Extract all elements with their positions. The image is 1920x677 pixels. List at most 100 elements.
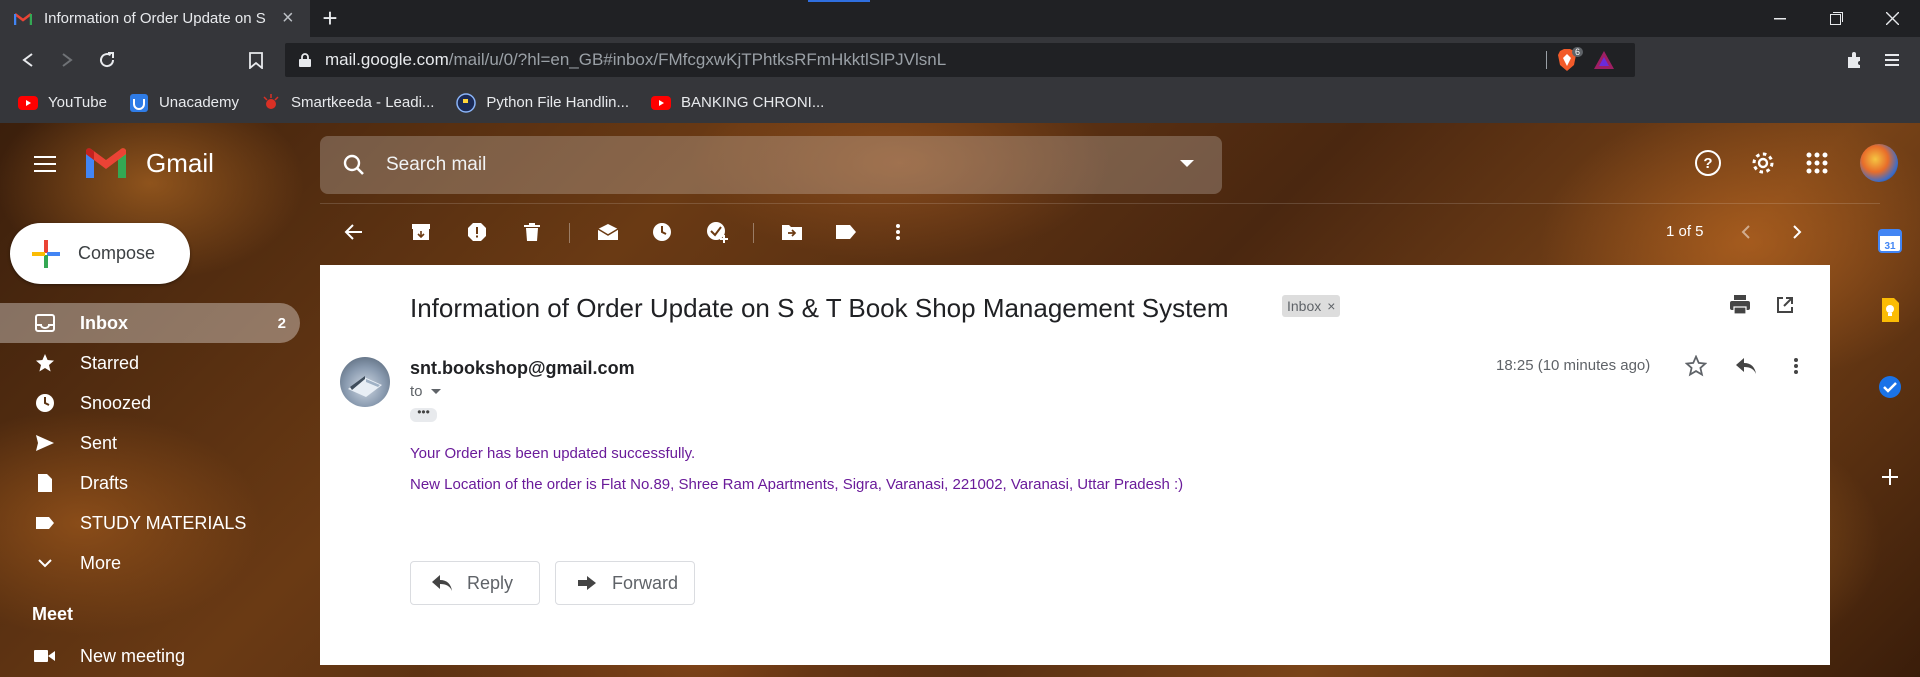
svg-text:31: 31 xyxy=(1884,241,1896,252)
gmail-wordmark: Gmail xyxy=(146,148,214,178)
reply-icon[interactable] xyxy=(1730,350,1762,382)
sender-email[interactable]: snt.bookshop@gmail.com xyxy=(410,358,635,379)
older-chevron-icon[interactable] xyxy=(1779,214,1815,250)
search-icon[interactable] xyxy=(342,153,366,177)
bookmark-label: YouTube xyxy=(48,94,107,111)
sidebar-item-sent[interactable]: Sent xyxy=(0,423,300,463)
back-button[interactable] xyxy=(13,45,43,75)
python-icon xyxy=(456,92,477,113)
star-message-icon[interactable] xyxy=(1680,350,1712,382)
clock-icon xyxy=(34,392,56,414)
meet-section-title: Meet xyxy=(32,604,74,624)
show-details-chevron-icon[interactable] xyxy=(430,389,441,394)
archive-icon[interactable] xyxy=(403,214,439,250)
pagination-count: 1 of 5 xyxy=(1666,223,1704,240)
brave-shields-icon[interactable]: 6 xyxy=(1557,47,1583,71)
new-tab-button[interactable]: + xyxy=(315,3,345,33)
gmail-header: Gmail ? xyxy=(0,123,1920,204)
sidebar-item-more[interactable]: More xyxy=(0,543,300,583)
move-to-icon[interactable] xyxy=(774,214,810,250)
bookmark-label: Smartkeeda - Leadi... xyxy=(291,94,435,111)
bookmark-smartkeeda[interactable]: Smartkeeda - Leadi... xyxy=(261,93,434,113)
video-camera-icon xyxy=(34,645,56,667)
tasks-icon[interactable] xyxy=(1872,369,1908,405)
sidebar-item-label: More xyxy=(80,552,122,573)
browser-menu-icon[interactable] xyxy=(1877,45,1907,75)
address-bar[interactable]: mail.google.com/mail/u/0/?hl=en_GB#inbox… xyxy=(285,43,1635,77)
delete-icon[interactable] xyxy=(514,214,550,250)
labels-icon[interactable] xyxy=(828,214,864,250)
sidebar-item-label: Snoozed xyxy=(80,392,152,413)
bookmark-python-file-handling[interactable]: Python File Handlin... xyxy=(456,92,629,113)
show-trimmed-content-icon[interactable]: ••• xyxy=(410,406,437,422)
recipient-line[interactable]: to xyxy=(410,383,441,400)
add-to-tasks-icon[interactable] xyxy=(699,214,735,250)
minimize-button[interactable] xyxy=(1752,0,1808,37)
brave-rewards-icon[interactable] xyxy=(1593,50,1615,72)
forward-icon xyxy=(576,572,598,594)
gmail-logo-icon[interactable] xyxy=(84,146,128,180)
search-options-chevron-icon[interactable] xyxy=(1180,160,1194,167)
email-subject: Information of Order Update on S & T Boo… xyxy=(410,293,1229,323)
help-icon[interactable]: ? xyxy=(1690,145,1726,181)
gmail-favicon-icon xyxy=(14,10,32,28)
bookmark-unacademy[interactable]: Unacademy xyxy=(129,93,239,113)
tab-close-icon[interactable]: × xyxy=(282,7,294,30)
label-icon xyxy=(34,512,56,534)
restore-button[interactable] xyxy=(1808,0,1864,37)
search-bar[interactable] xyxy=(320,136,1222,194)
inbox-label-chip[interactable]: Inbox × xyxy=(1282,295,1341,317)
forward-button[interactable]: Forward xyxy=(555,561,695,605)
gmail-app: Gmail ? Compose Inbox 2 xyxy=(0,123,1920,677)
back-to-inbox-icon[interactable] xyxy=(335,214,371,250)
recipient-to-label: to xyxy=(410,383,423,400)
reload-button[interactable] xyxy=(92,45,122,75)
sidebar-item-snoozed[interactable]: Snoozed xyxy=(0,383,300,423)
sender-avatar[interactable] xyxy=(340,357,390,407)
sidebar-item-inbox[interactable]: Inbox 2 xyxy=(0,303,300,343)
bookmark-banking-chronicle[interactable]: BANKING CHRONI... xyxy=(651,93,824,113)
bookmark-youtube[interactable]: YouTube xyxy=(18,93,107,113)
url-host: mail.google.com xyxy=(325,50,449,69)
settings-gear-icon[interactable] xyxy=(1745,145,1781,181)
browser-tab[interactable]: Information of Order Update on S × xyxy=(0,0,310,37)
sidebar-item-study-materials[interactable]: STUDY MATERIALS xyxy=(0,503,300,543)
search-input[interactable] xyxy=(386,154,1146,176)
sidebar-item-drafts[interactable]: Drafts xyxy=(0,463,300,503)
bookmark-label: BANKING CHRONI... xyxy=(681,94,825,111)
snooze-clock-icon[interactable] xyxy=(644,214,680,250)
report-spam-icon[interactable] xyxy=(459,214,495,250)
open-in-new-window-icon[interactable] xyxy=(1769,289,1801,321)
sidebar-item-label: Inbox xyxy=(80,312,128,333)
email-body-line: New Location of the order is Flat No.89,… xyxy=(410,476,1184,493)
google-apps-icon[interactable] xyxy=(1799,145,1835,181)
forward-button[interactable] xyxy=(52,45,82,75)
keep-icon[interactable] xyxy=(1872,292,1908,328)
compose-button[interactable]: Compose xyxy=(10,223,190,284)
message-more-options-icon[interactable] xyxy=(1780,350,1812,382)
bookmark-page-icon[interactable] xyxy=(241,45,271,75)
calendar-icon[interactable]: 31 xyxy=(1872,223,1908,259)
account-avatar[interactable] xyxy=(1860,144,1898,182)
sidebar-item-label: STUDY MATERIALS xyxy=(80,512,247,533)
sidebar-item-label: New meeting xyxy=(80,645,186,666)
get-add-ons-icon[interactable] xyxy=(1872,459,1908,495)
compose-label: Compose xyxy=(78,243,156,263)
more-options-icon[interactable] xyxy=(880,214,916,250)
unread-count-badge: 2 xyxy=(277,314,286,332)
extensions-icon[interactable] xyxy=(1839,45,1869,75)
sidebar-item-starred[interactable]: Starred xyxy=(0,343,300,383)
header-divider xyxy=(320,203,1880,204)
tab-drag-indicator xyxy=(808,0,870,2)
mark-as-unread-icon[interactable] xyxy=(590,214,626,250)
reply-button-label: Reply xyxy=(467,572,514,593)
newer-chevron-icon[interactable] xyxy=(1728,214,1764,250)
close-window-button[interactable] xyxy=(1864,0,1920,37)
reply-button[interactable]: Reply xyxy=(410,561,540,605)
print-icon[interactable] xyxy=(1724,289,1756,321)
remove-label-icon[interactable]: × xyxy=(1327,298,1335,314)
url-path: /mail/u/0/?hl=en_GB#inbox/FMfcgxwKjTPhtk… xyxy=(448,50,947,69)
new-meeting-item[interactable]: New meeting xyxy=(0,638,300,674)
toolbar-divider xyxy=(569,223,570,243)
main-menu-icon[interactable] xyxy=(28,147,62,181)
